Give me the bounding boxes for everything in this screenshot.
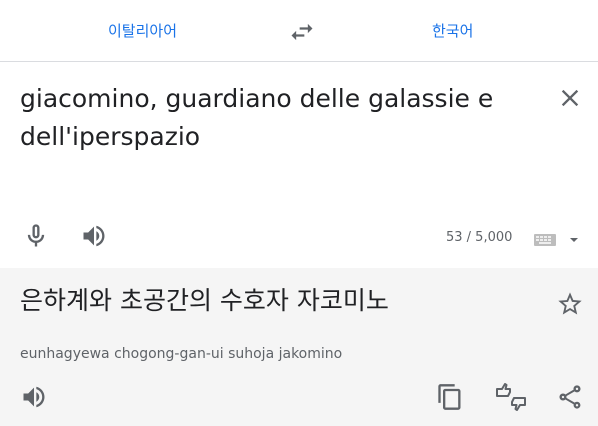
source-panel: giacomino, guardiano delle galassie e de… — [0, 62, 598, 268]
swap-icon — [291, 23, 313, 41]
translation-text: 은하계와 초공간의 수호자 자코미노 — [20, 286, 389, 315]
voice-input-button[interactable] — [22, 222, 50, 250]
target-panel: 은하계와 초공간의 수호자 자코미노 eunhagyewa chogong-ga… — [0, 268, 598, 426]
copy-icon — [438, 384, 461, 410]
share-icon — [559, 385, 581, 409]
clear-source-button[interactable] — [556, 84, 584, 112]
character-count: 53 / 5,000 — [446, 230, 513, 245]
keyboard-icon — [534, 234, 578, 246]
speaker-icon — [83, 225, 105, 247]
chevron-down-icon — [570, 238, 578, 242]
language-bar: 이탈리아어 한국어 — [0, 0, 598, 62]
listen-translation-button[interactable] — [20, 383, 50, 411]
rate-translation-button[interactable] — [494, 382, 528, 412]
input-tools-button[interactable] — [532, 230, 584, 248]
target-language-button[interactable]: 한국어 — [432, 18, 473, 44]
listen-source-button[interactable] — [80, 222, 110, 250]
source-text-input[interactable]: giacomino, guardiano delle galassie e de… — [20, 80, 540, 156]
thumbs-rate-icon — [496, 383, 526, 411]
transliteration-text: eunhagyewa chogong-gan-ui suhoja jakomin… — [20, 346, 343, 362]
close-icon — [561, 89, 579, 107]
share-translation-button[interactable] — [556, 382, 584, 412]
swap-languages-button[interactable] — [288, 18, 316, 46]
speaker-icon — [23, 386, 45, 408]
star-icon — [558, 292, 582, 315]
save-translation-button[interactable] — [556, 290, 584, 318]
copy-translation-button[interactable] — [436, 382, 464, 412]
source-language-button[interactable]: 이탈리아어 — [108, 18, 177, 44]
microphone-icon — [27, 224, 45, 247]
